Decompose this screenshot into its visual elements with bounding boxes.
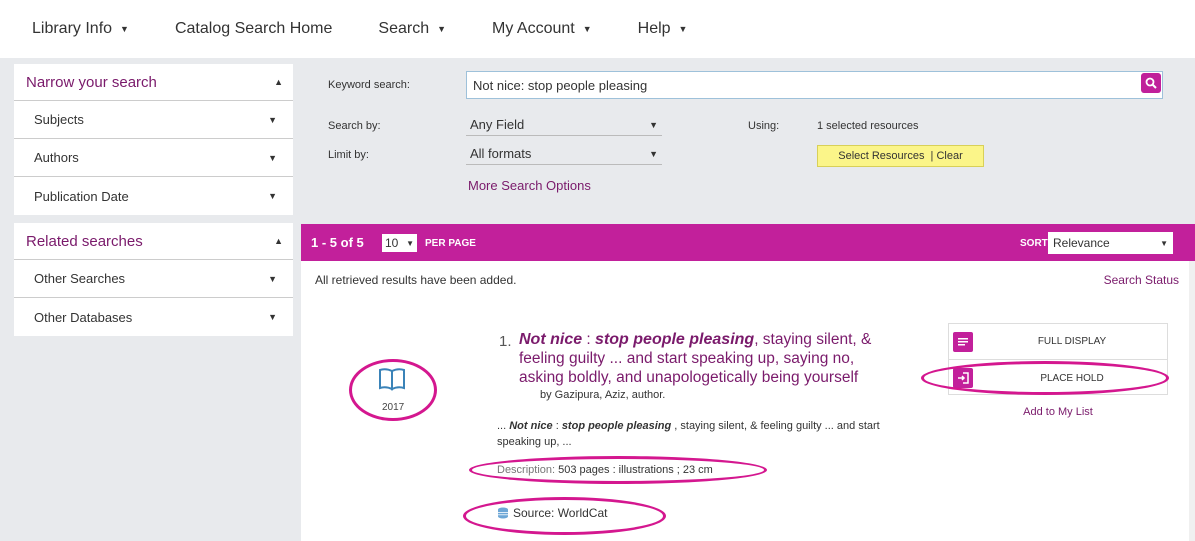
search-button[interactable]	[1141, 73, 1161, 93]
related-searches-header[interactable]: Related searches ▲	[14, 223, 293, 260]
select-resources-label: Select Resources | Clear	[838, 150, 963, 162]
database-icon	[498, 507, 508, 519]
nav-label: Search	[378, 20, 430, 37]
caret-up-icon: ▲	[274, 236, 283, 246]
limit-by-label: Limit by:	[328, 149, 369, 161]
result-snippet: ... Not nice : stop people pleasing , st…	[497, 418, 907, 450]
related-searches-title: Related searches	[26, 232, 143, 250]
sort-value: Relevance	[1053, 236, 1110, 250]
search-by-value: Any Field	[470, 117, 525, 132]
caret-down-icon: ▼	[268, 191, 277, 201]
caret-down-icon: ▼	[678, 24, 688, 34]
nav-label: Help	[637, 20, 671, 37]
facet-label: Subjects	[34, 112, 84, 127]
facet-label: Authors	[34, 150, 79, 165]
add-to-my-list-link[interactable]: Add to My List	[948, 406, 1168, 418]
source-label: Source: WorldCat	[513, 506, 608, 520]
keyword-search-label: Keyword search:	[328, 79, 410, 91]
caret-up-icon: ▲	[274, 77, 283, 87]
search-icon	[1145, 77, 1157, 89]
related-searches-panel: Related searches ▲ Other Searches ▼ Other…	[14, 223, 293, 336]
keyword-search-value: Not nice: stop people pleasing	[473, 77, 648, 93]
nav-library-info[interactable]: Library Info ▼	[32, 20, 129, 38]
facet-authors[interactable]: Authors ▼	[14, 139, 293, 177]
place-hold-label: PLACE HOLD	[1040, 372, 1104, 384]
nav-search[interactable]: Search ▼	[378, 20, 446, 38]
book-icon	[379, 368, 405, 391]
select-resources-button[interactable]: Select Resources | Clear	[817, 145, 984, 167]
results-count: 1 - 5 of 5	[311, 235, 364, 250]
caret-down-icon: ▼	[406, 238, 414, 248]
caret-down-icon: ▼	[268, 114, 277, 125]
facet-subjects[interactable]: Subjects ▼	[14, 101, 293, 139]
retrieved-message: All retrieved results have been added.	[315, 273, 517, 287]
nav-label: My Account	[492, 20, 575, 37]
snippet-sub: stop people pleasing	[561, 420, 672, 432]
place-hold-button[interactable]: PLACE HOLD	[949, 360, 1167, 396]
place-hold-icon	[953, 368, 973, 388]
results-list: All retrieved results have been added. S…	[301, 261, 1189, 541]
title-sub: stop people pleasing	[595, 331, 755, 348]
result-title-link[interactable]: Not nice : stop people pleasing, staying…	[519, 330, 899, 387]
related-label: Other Databases	[34, 309, 133, 325]
per-page-label: PER PAGE	[425, 238, 476, 249]
top-nav: Library Info ▼ Catalog Search Home Search…	[0, 0, 1195, 58]
result-source: Source: WorldCat	[497, 506, 607, 520]
full-display-icon	[953, 331, 973, 352]
full-display-button[interactable]: FULL DISPLAY	[949, 324, 1167, 360]
snippet-main: Not nice	[509, 420, 553, 432]
related-other-databases[interactable]: Other Databases ▼	[14, 298, 293, 336]
search-by-label: Search by:	[328, 120, 381, 132]
snippet-sep: :	[552, 420, 562, 432]
using-label: Using:	[748, 120, 780, 132]
related-other-searches[interactable]: Other Searches ▼	[14, 260, 293, 298]
limit-by-value: All formats	[470, 146, 532, 161]
caret-down-icon: ▼	[649, 148, 658, 159]
caret-down-icon: ▼	[1160, 238, 1168, 248]
results-toolbar: 1 - 5 of 5 10 ▼ PER PAGE SORT Relevance ▼	[301, 224, 1195, 261]
sort-label: SORT	[1020, 238, 1048, 249]
per-page-value: 10	[385, 236, 399, 250]
keyword-search-input[interactable]: Not nice: stop people pleasing	[466, 71, 1163, 99]
full-display-label: FULL DISPLAY	[1037, 336, 1107, 347]
nav-label: Library Info	[32, 20, 113, 37]
search-status-link[interactable]: Search Status	[1104, 273, 1179, 287]
result-description: Description: 503 pages : illustrations ;…	[497, 464, 713, 476]
nav-my-account[interactable]: My Account ▼	[492, 20, 592, 38]
result-author: by Gazipura, Aziz, author.	[540, 389, 666, 401]
using-value: 1 selected resources	[817, 120, 919, 132]
per-page-select[interactable]: 10 ▼	[382, 234, 417, 252]
sort-select[interactable]: Relevance ▼	[1048, 232, 1173, 254]
facet-label: Publication Date	[34, 188, 129, 204]
narrow-search-title: Narrow your search	[26, 73, 157, 91]
publication-year: 2017	[382, 402, 405, 413]
caret-down-icon: ▼	[649, 119, 658, 130]
caret-down-icon: ▼	[268, 273, 277, 284]
results-scrollbar[interactable]	[1189, 261, 1195, 541]
caret-down-icon: ▼	[582, 24, 592, 34]
facet-publication-date[interactable]: Publication Date ▼	[14, 177, 293, 215]
description-value: 503 pages : illustrations ; 23 cm	[555, 464, 713, 476]
caret-down-icon: ▼	[437, 24, 447, 34]
nav-label: Catalog Search Home	[174, 20, 333, 37]
caret-down-icon: ▼	[268, 152, 277, 163]
title-main: Not nice	[519, 331, 583, 348]
narrow-search-panel: Narrow your search ▲ Subjects ▼ Authors ▼ …	[14, 64, 293, 215]
title-sep: :	[582, 331, 596, 348]
nav-catalog-search-home[interactable]: Catalog Search Home	[175, 20, 332, 38]
narrow-search-header[interactable]: Narrow your search ▲	[14, 64, 293, 101]
search-by-select[interactable]: Any Field ▼	[466, 114, 662, 136]
description-label: Description:	[497, 464, 556, 476]
result-actions: FULL DISPLAY PLACE HOLD	[948, 323, 1168, 395]
limit-by-select[interactable]: All formats ▼	[466, 143, 662, 165]
nav-help[interactable]: Help ▼	[638, 20, 688, 38]
snippet-prefix: ...	[497, 420, 510, 432]
result-number: 1.	[499, 333, 512, 350]
caret-down-icon: ▼	[120, 24, 129, 34]
more-search-options-link[interactable]: More Search Options	[468, 178, 591, 193]
caret-down-icon: ▼	[268, 312, 277, 322]
related-label: Other Searches	[34, 271, 126, 286]
